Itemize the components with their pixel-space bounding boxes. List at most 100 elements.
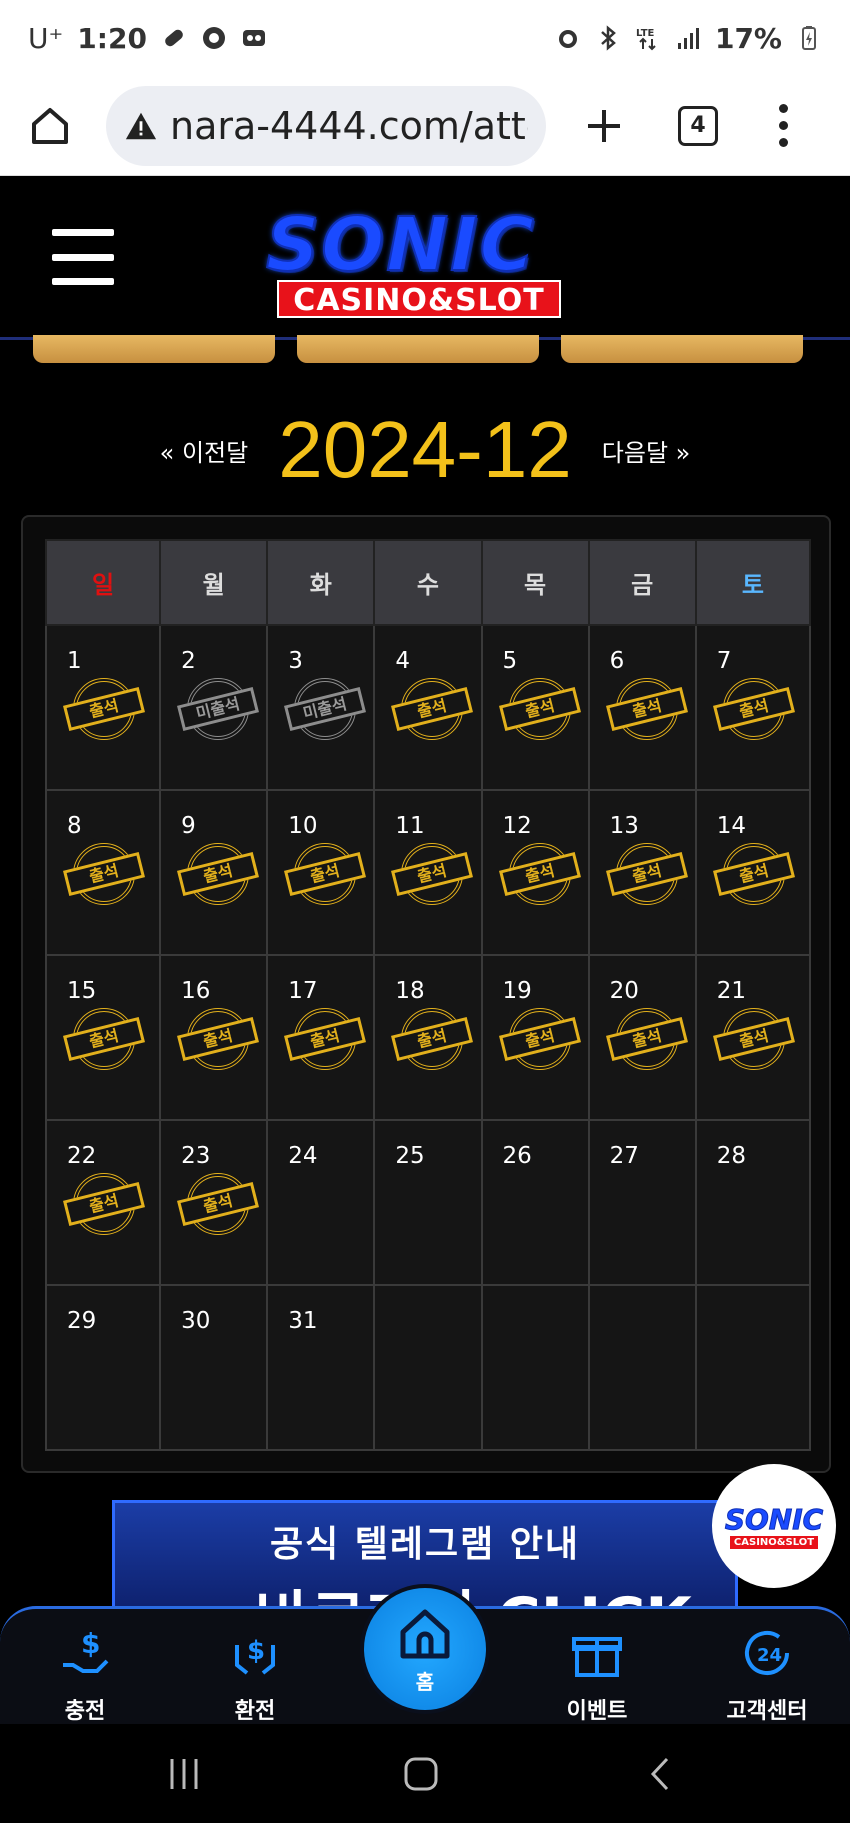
- missed-stamp-icon: 미출석: [284, 678, 367, 744]
- back-button[interactable]: [630, 1752, 690, 1796]
- next-month-link[interactable]: 다음달 »: [602, 433, 691, 468]
- svg-text:24: 24: [757, 1645, 782, 1666]
- calendar-day-cell: 10 출석: [266, 789, 376, 956]
- calendar-day-cell: 4 출석: [373, 624, 483, 791]
- month-navigation: « 이전달 2024-12 다음달 »: [0, 400, 850, 500]
- day-number: 28: [716, 1143, 747, 1169]
- browser-menu-button[interactable]: [768, 96, 798, 156]
- deposit-icon: $: [63, 1627, 109, 1673]
- new-tab-button[interactable]: [574, 96, 634, 156]
- nav-event[interactable]: 이벤트: [542, 1625, 652, 1725]
- attended-stamp-icon: 출석: [177, 1008, 260, 1074]
- day-number: 12: [502, 813, 532, 839]
- warning-icon: [125, 112, 157, 139]
- android-home-icon: [404, 1757, 438, 1791]
- svg-text:$: $: [81, 1627, 100, 1660]
- day-number: 30: [181, 1308, 211, 1334]
- calendar-day-cell: [373, 1284, 483, 1451]
- day-number: 25: [395, 1143, 425, 1169]
- day-number: 29: [67, 1308, 97, 1334]
- nav-support[interactable]: 24 고객센터: [712, 1625, 822, 1725]
- day-number: 27: [609, 1143, 639, 1169]
- day-number: 4: [395, 648, 411, 674]
- nav-home-label: 홈: [415, 1669, 435, 1694]
- battery-percent: 17%: [714, 21, 782, 55]
- top-tab-3[interactable]: [561, 335, 803, 363]
- attended-stamp-icon: 출석: [391, 843, 474, 909]
- url-text: nara-4444.com/atte: [169, 103, 528, 148]
- floating-logo-button[interactable]: SONIC CASINO&SLOT: [712, 1464, 836, 1588]
- signal-icon: [677, 28, 699, 49]
- nav-withdraw-label: 환전: [234, 1699, 276, 1724]
- day-number: 24: [288, 1143, 318, 1169]
- logo-title: SONIC: [265, 201, 536, 289]
- nav-deposit[interactable]: $ 충전: [30, 1625, 140, 1725]
- browser-home-button[interactable]: [20, 96, 80, 156]
- clock: 1:20: [77, 21, 147, 55]
- calendar-day-cell: 8 출석: [44, 789, 162, 956]
- attended-stamp-icon: 출석: [391, 1008, 474, 1074]
- day-number: 1: [67, 648, 82, 674]
- weekday-header: 월: [159, 539, 269, 626]
- sync-icon: [202, 27, 225, 49]
- day-number: 31: [288, 1308, 318, 1334]
- float-logo-title: SONIC: [724, 1503, 824, 1537]
- svg-text:$: $: [247, 1636, 265, 1666]
- weekday-header: 화: [266, 539, 376, 626]
- calendar-day-cell: 19 출석: [480, 954, 590, 1121]
- tab-count: 4: [690, 113, 706, 138]
- top-tab-1[interactable]: [33, 335, 275, 363]
- calendar-day-cell: 16 출석: [159, 954, 269, 1121]
- tab-switcher-button[interactable]: 4: [678, 105, 718, 146]
- attendance-calendar: 일월화수목금토 1 출석 2 미출석 3 미출석 4 출석 5 출석 6 출석 7 출석 8 출석 9 출석 10 출…: [21, 515, 831, 1473]
- attended-stamp-icon: 출석: [498, 1008, 581, 1074]
- hamburger-menu-icon[interactable]: [52, 229, 114, 285]
- calendar-grid: 일월화수목금토 1 출석 2 미출석 3 미출석 4 출석 5 출석 6 출석 7 출석 8 출석 9 출석 10 출…: [44, 539, 812, 1451]
- day-number: 17: [288, 978, 318, 1004]
- home-icon: [400, 1609, 450, 1658]
- nav-home[interactable]: 홈: [360, 1584, 490, 1714]
- weekday-header: 금: [587, 539, 697, 626]
- day-number: 7: [716, 648, 732, 674]
- day-number: 2: [181, 648, 196, 674]
- calendar-day-cell: 2 미출석: [159, 624, 269, 791]
- prev-month-link[interactable]: « 이전달: [160, 433, 249, 468]
- attended-stamp-icon: 출석: [498, 678, 581, 744]
- address-bar[interactable]: nara-4444.com/atte: [106, 85, 546, 166]
- voicemail-icon: [242, 30, 265, 46]
- site-logo[interactable]: SONIC CASINO&SLOT: [250, 201, 590, 322]
- android-navigation-bar: [0, 1724, 850, 1823]
- calendar-day-cell: [587, 1284, 697, 1451]
- recent-apps-button[interactable]: [154, 1752, 214, 1796]
- calendar-day-cell: 6 출석: [587, 624, 697, 791]
- calendar-day-cell: 3 미출석: [266, 624, 376, 791]
- day-number: 6: [609, 648, 625, 674]
- attended-stamp-icon: 출석: [284, 1008, 367, 1074]
- calendar-week-row: 15 출석 16 출석 17 출석 18 출석 19 출석 20 출석 21 출석: [44, 954, 812, 1121]
- calendar-day-cell: 21 출석: [694, 954, 812, 1121]
- day-number: 19: [502, 978, 532, 1004]
- calendar-week-row: 22 출석 23 출석 24 25 26 27 28: [44, 1119, 812, 1286]
- missed-stamp-icon: 미출석: [177, 678, 260, 744]
- attended-stamp-icon: 출석: [605, 843, 688, 909]
- attended-stamp-icon: 출석: [63, 1173, 145, 1239]
- day-number: 18: [395, 978, 425, 1004]
- attended-stamp-icon: 출석: [391, 678, 474, 744]
- top-tab-2[interactable]: [297, 335, 539, 363]
- nav-withdraw[interactable]: $ 환전: [200, 1625, 310, 1725]
- day-number: 8: [67, 813, 82, 839]
- android-home-button[interactable]: [391, 1752, 451, 1796]
- calendar-day-cell: 14 출석: [694, 789, 812, 956]
- day-number: 11: [395, 813, 425, 839]
- withdraw-icon: $: [235, 1636, 275, 1675]
- day-number: 22: [67, 1143, 97, 1169]
- calendar-day-cell: 1 출석: [44, 624, 162, 791]
- calendar-day-cell: 15 출석: [44, 954, 162, 1121]
- status-bar: U⁺ 1:20 LTE 17%: [0, 0, 850, 76]
- nav-deposit-label: 충전: [64, 1699, 106, 1724]
- attended-stamp-icon: 출석: [63, 1008, 145, 1074]
- day-number: 23: [181, 1143, 211, 1169]
- calendar-week-row: 1 출석 2 미출석 3 미출석 4 출석 5 출석 6 출석 7 출석: [44, 624, 812, 791]
- calendar-day-cell: 20 출석: [587, 954, 697, 1121]
- attended-stamp-icon: 출석: [177, 843, 260, 909]
